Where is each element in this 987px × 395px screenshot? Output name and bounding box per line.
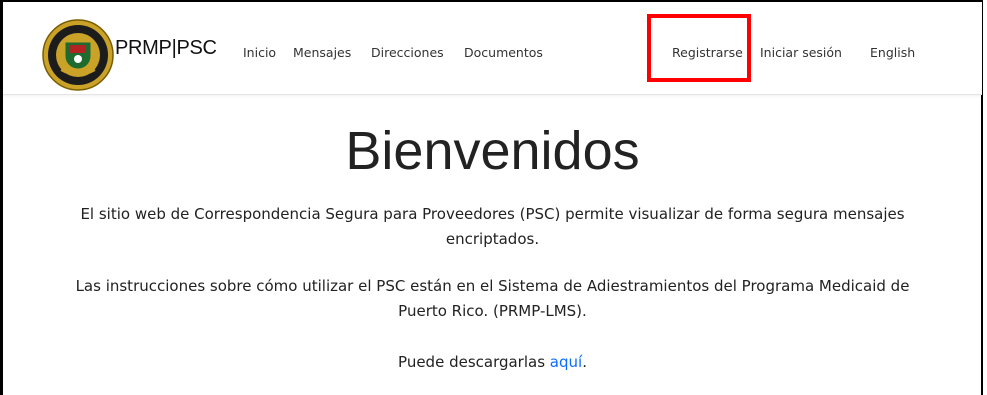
download-suffix: . bbox=[582, 353, 587, 371]
nav-mensajes[interactable]: Mensajes bbox=[293, 45, 351, 60]
download-link[interactable]: aquí bbox=[550, 353, 582, 371]
nav-iniciar-sesion[interactable]: Iniciar sesión bbox=[760, 45, 842, 60]
instructions-line-2: Puerto Rico. (PRMP-LMS). bbox=[398, 302, 587, 320]
intro-paragraph: El sitio web de Correspondencia Segura p… bbox=[3, 202, 982, 252]
nav-documentos[interactable]: Documentos bbox=[464, 45, 543, 60]
instructions-paragraph: Las instrucciones sobre cómo utilizar el… bbox=[3, 274, 982, 324]
nav-direcciones[interactable]: Direcciones bbox=[371, 45, 444, 60]
top-navbar: PRMP|PSC Inicio Mensajes Direcciones Doc… bbox=[3, 2, 982, 95]
nav-english[interactable]: English bbox=[870, 45, 915, 60]
instructions-line-1: Las instrucciones sobre cómo utilizar el… bbox=[75, 277, 910, 295]
download-text: Puede descargarlas bbox=[398, 353, 550, 371]
intro-line-1: El sitio web de Correspondencia Segura p… bbox=[80, 205, 905, 223]
nav-inicio[interactable]: Inicio bbox=[243, 45, 276, 60]
puerto-rico-seal-logo[interactable] bbox=[41, 18, 115, 92]
page-title: Bienvenidos bbox=[345, 121, 640, 181]
download-paragraph: Puede descargarlas aquí. bbox=[3, 350, 982, 375]
registrarse-highlight-box bbox=[647, 14, 751, 82]
brand-title[interactable]: PRMP|PSC bbox=[115, 37, 217, 60]
intro-line-2: encriptados. bbox=[445, 230, 540, 248]
